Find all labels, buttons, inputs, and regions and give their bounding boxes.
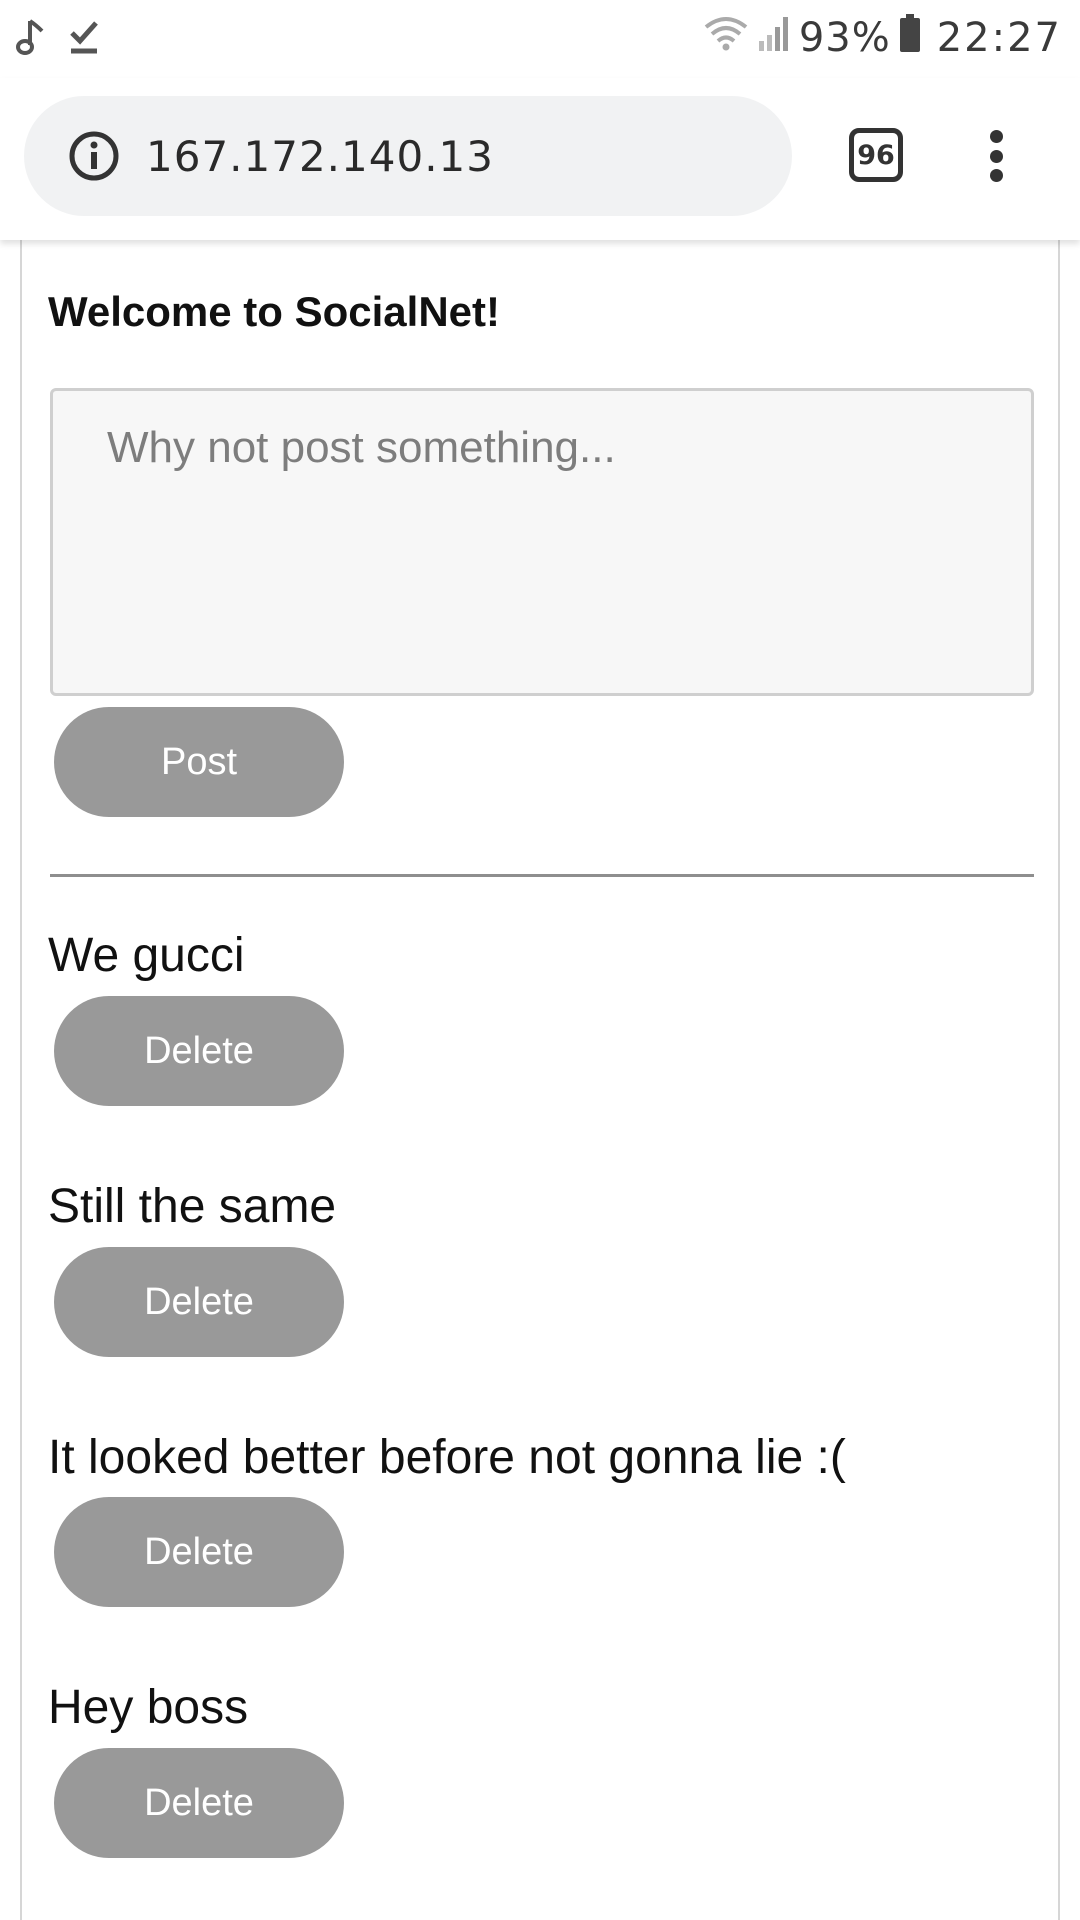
page-title: Welcome to SocialNet! [48,288,500,335]
url-text[interactable]: 167.172.140.13 [146,132,494,181]
menu-dot [989,169,1003,182]
post-text: Hey boss [48,1681,249,1734]
status-icons-right: 93% 22:27 [703,10,1062,66]
post-text: Still the same [48,1180,337,1233]
delete-button[interactable]: Delete [54,1748,344,1858]
download-done-icon [68,17,100,62]
delete-button[interactable]: Delete [54,1247,344,1357]
delete-button[interactable]: Delete [54,996,344,1106]
divider [50,874,1034,877]
post-text: It looked better before not gonna lie :( [48,1431,846,1484]
menu-dot [989,130,1003,143]
delete-button[interactable]: Delete [54,1497,344,1607]
browser-toolbar: 167.172.140.13 96 [0,78,1080,240]
page-content: Welcome to SocialNet! Post We gucci Dele… [20,240,1060,1920]
menu-icon[interactable] [972,124,1020,188]
status-icons-left [16,14,100,64]
menu-dot [989,149,1003,163]
status-bar: 93% 22:27 [0,0,1080,78]
tab-count-label: 96 [857,139,895,171]
battery-percentage: 93% [798,15,891,61]
info-icon[interactable] [68,130,120,182]
signal-icon [757,13,791,63]
post-composer-input[interactable] [50,388,1034,696]
music-note-icon [16,17,46,62]
clock: 22:27 [936,15,1062,61]
battery-icon [899,13,921,63]
wifi-icon [703,13,749,63]
address-bar[interactable]: 167.172.140.13 [24,96,792,216]
post-button[interactable]: Post [54,707,344,817]
post-text: We gucci [48,929,245,982]
tab-switcher-button[interactable]: 96 [849,128,903,182]
